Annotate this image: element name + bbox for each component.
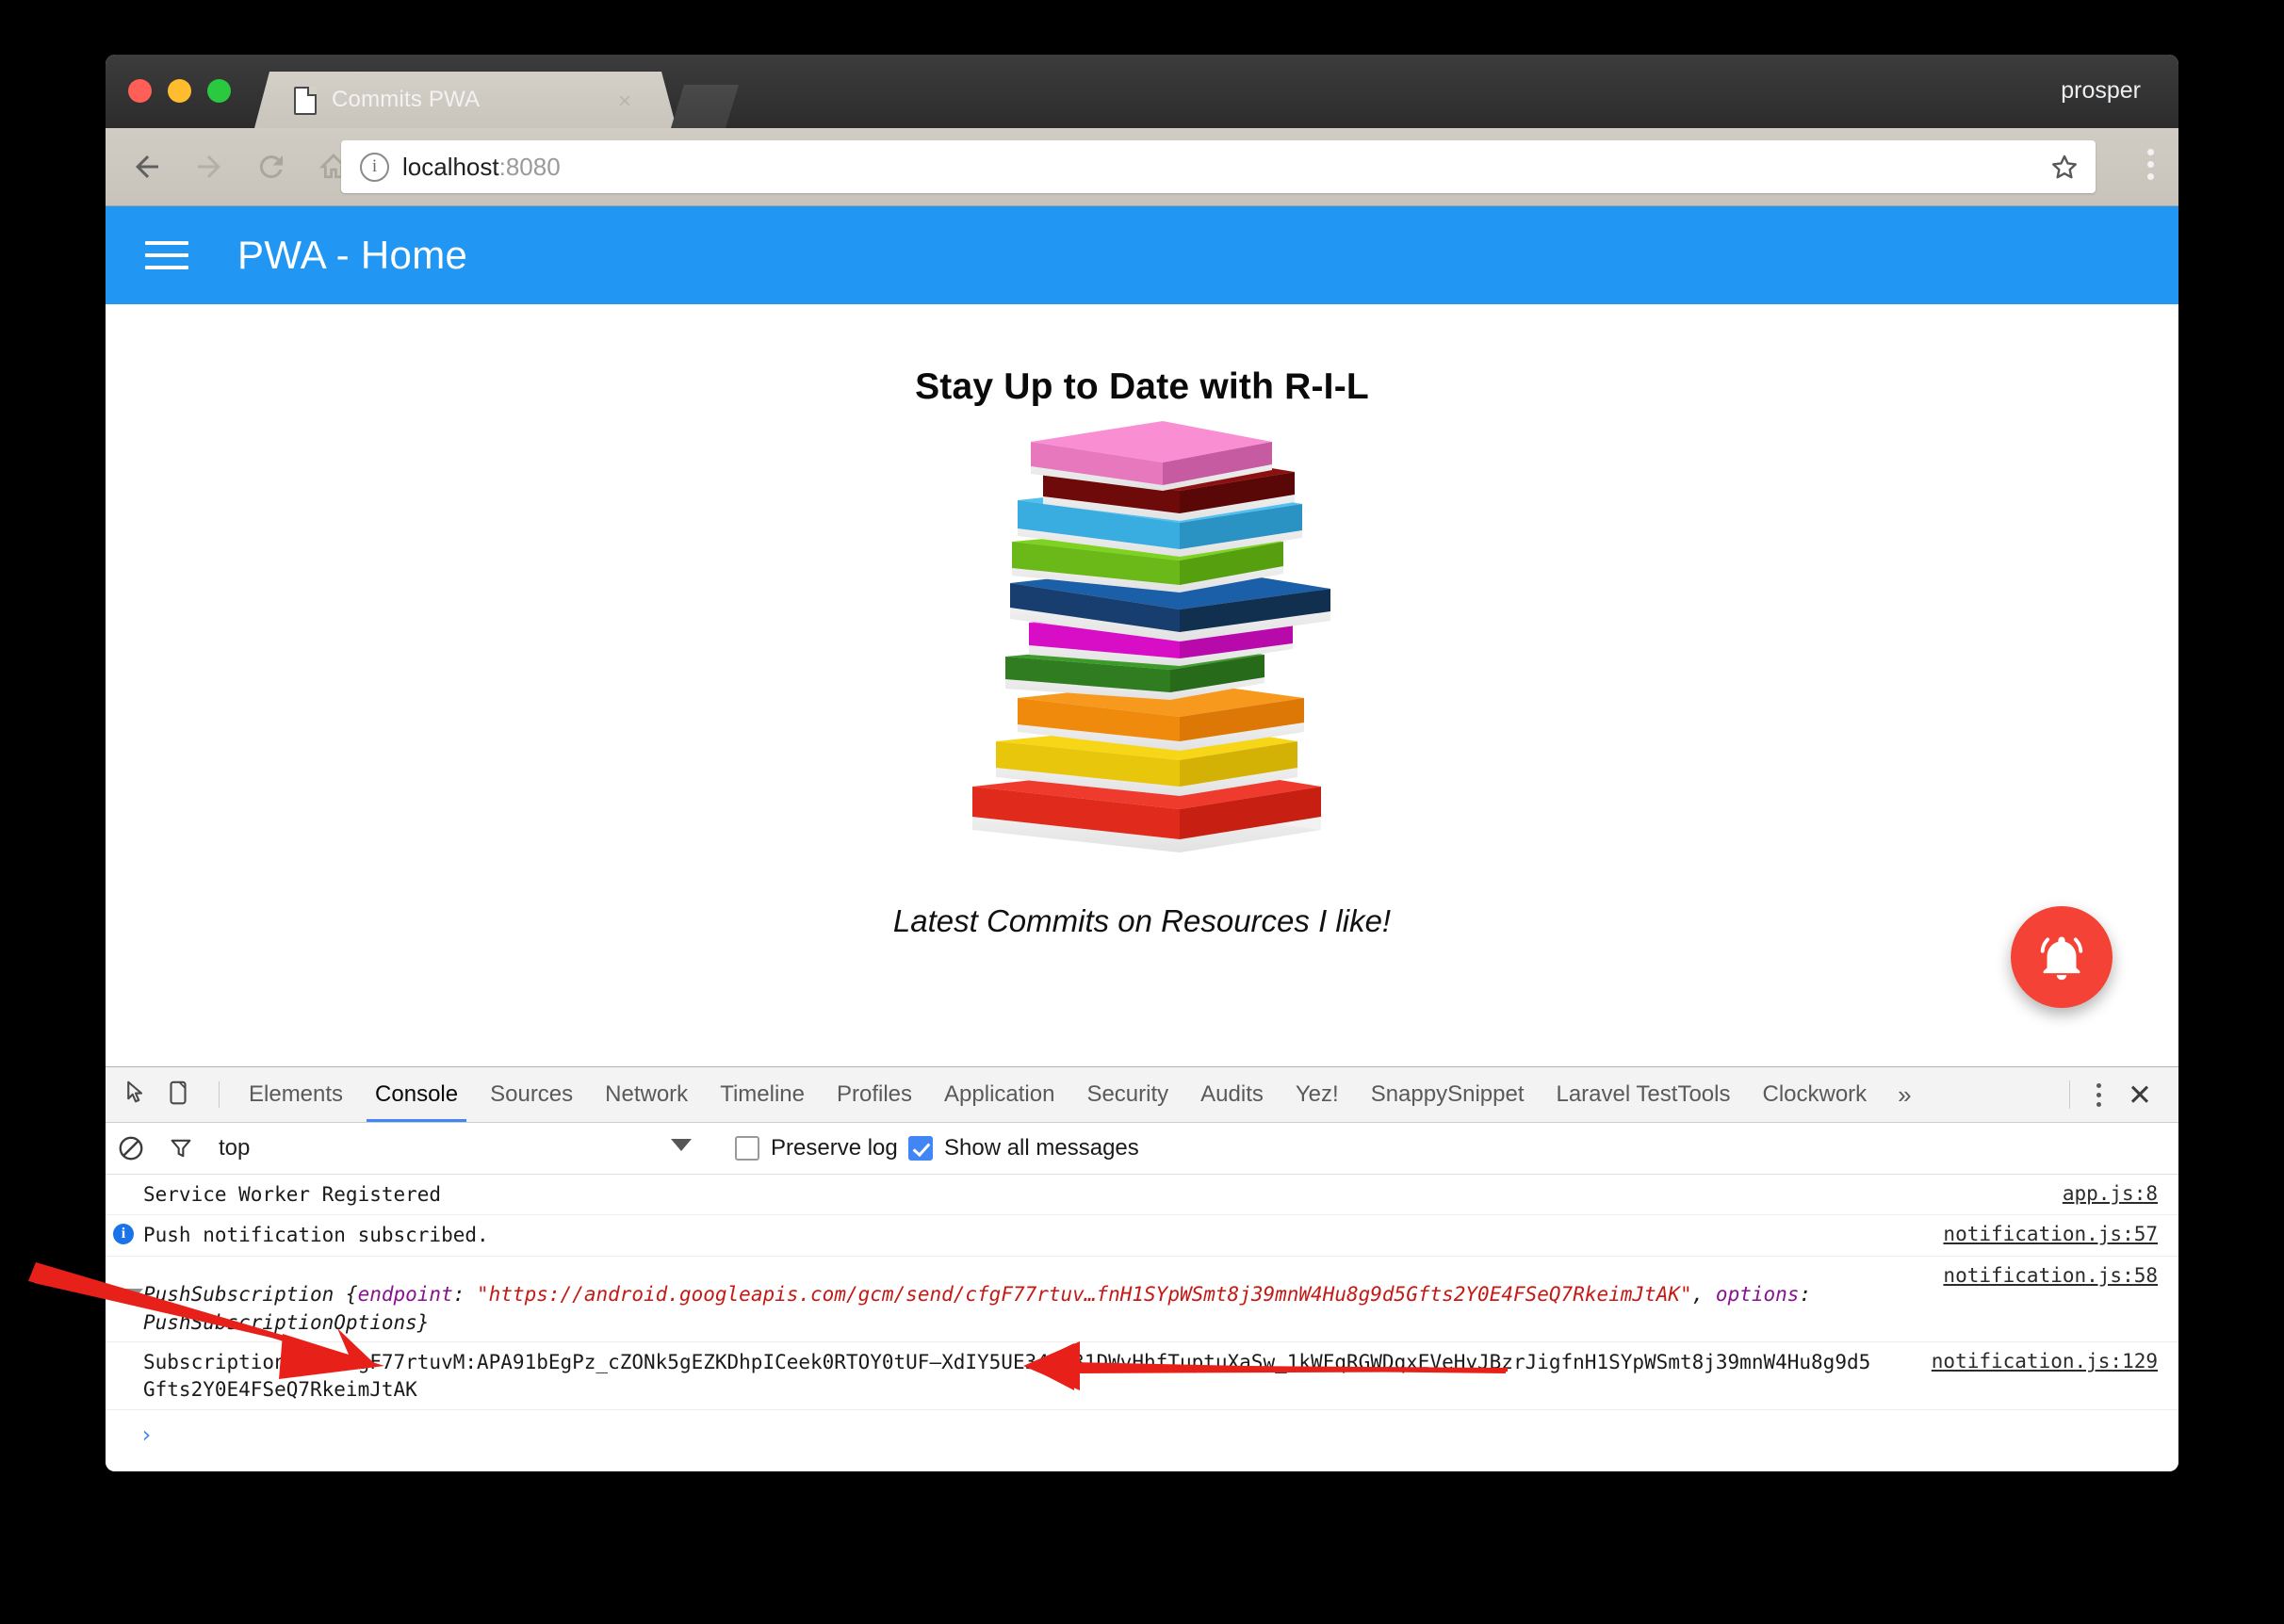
tab-audits[interactable]: Audits xyxy=(1184,1067,1280,1122)
toolbar-divider xyxy=(219,1081,220,1108)
browser-window: Commits PWA × prosper i localhost:8080 P… xyxy=(106,55,2178,1471)
toolbar-divider xyxy=(2069,1080,2071,1109)
prompt-chevron-icon: › xyxy=(139,1421,154,1449)
device-toolbar-icon[interactable] xyxy=(164,1079,192,1112)
console-row[interactable]: Service Worker Registered app.js:8 xyxy=(106,1175,2178,1216)
document-icon xyxy=(294,87,317,115)
object-key-endpoint: endpoint xyxy=(357,1282,453,1306)
close-icon[interactable]: ✕ xyxy=(2116,1075,2163,1115)
app-header-bar: PWA - Home xyxy=(106,206,2178,304)
inspect-element-icon[interactable] xyxy=(122,1079,151,1112)
object-prefix: PushSubscription { xyxy=(143,1282,358,1306)
console-row[interactable]: Subscription ID cfgF77rtuvM:APA91bEgPz_c… xyxy=(106,1342,2178,1411)
address-bar[interactable]: i localhost:8080 xyxy=(341,140,2096,193)
screenshot-root: Commits PWA × prosper i localhost:8080 P… xyxy=(0,0,2284,1624)
console-source-link[interactable]: notification.js:129 xyxy=(1932,1350,2158,1372)
reload-icon[interactable] xyxy=(243,138,300,195)
stack-of-books-image xyxy=(972,421,1330,853)
console-context-selector[interactable]: top xyxy=(219,1135,250,1161)
console-source-link[interactable]: notification.js:57 xyxy=(1943,1223,2158,1245)
close-icon[interactable]: × xyxy=(618,89,631,115)
filter-funnel-icon[interactable] xyxy=(156,1135,205,1161)
address-bar-url: localhost:8080 xyxy=(402,153,561,182)
expand-triangle-icon[interactable] xyxy=(122,1288,143,1300)
notification-bell-icon xyxy=(2040,936,2083,981)
main-heading: Stay Up to Date with R-I-L xyxy=(915,366,1369,407)
more-tabs-icon[interactable]: » xyxy=(1883,1067,1926,1122)
preserve-log-label: Preserve log xyxy=(771,1135,898,1161)
site-info-icon[interactable]: i xyxy=(360,152,389,182)
tab-laravel-testtools[interactable]: Laravel TestTools xyxy=(1540,1067,1746,1122)
maximize-window-button[interactable] xyxy=(207,79,231,103)
show-all-messages-checkbox[interactable] xyxy=(908,1136,933,1161)
tab-application[interactable]: Application xyxy=(928,1067,1070,1122)
browser-toolbar: i localhost:8080 xyxy=(106,128,2178,206)
tab-title: Commits PWA xyxy=(332,87,481,112)
object-value-endpoint: "https://android.googleapis.com/gcm/send… xyxy=(477,1282,1692,1306)
clear-console-icon[interactable] xyxy=(106,1134,156,1162)
browser-titlebar: Commits PWA × prosper xyxy=(106,55,2178,128)
show-all-messages-option[interactable]: Show all messages xyxy=(908,1135,1139,1161)
console-object-text-line2: PushSubscriptionOptions} xyxy=(143,1311,430,1335)
console-message-text: Service Worker Registered xyxy=(143,1183,442,1206)
chevron-down-icon[interactable] xyxy=(671,1139,692,1151)
tab-console[interactable]: Console xyxy=(359,1067,474,1122)
tab-sources[interactable]: Sources xyxy=(474,1067,589,1122)
tab-clockwork[interactable]: Clockwork xyxy=(1746,1067,1883,1122)
devtools-tool-icons xyxy=(106,1079,233,1112)
page-subtitle: Latest Commits on Resources I like! xyxy=(892,903,1392,938)
browser-tab[interactable]: Commits PWA × xyxy=(254,72,677,128)
tab-snappysnippet[interactable]: SnappySnippet xyxy=(1355,1067,1541,1122)
console-row[interactable]: i Push notification subscribed. notifica… xyxy=(106,1215,2178,1257)
hamburger-icon[interactable] xyxy=(145,241,192,269)
tab-timeline[interactable]: Timeline xyxy=(704,1067,821,1122)
forward-arrow-icon xyxy=(181,138,237,195)
console-source-link[interactable]: notification.js:58 xyxy=(1943,1264,2158,1287)
console-message-text: Push notification subscribed. xyxy=(143,1224,489,1247)
show-all-messages-label: Show all messages xyxy=(944,1135,1139,1161)
hero-image-container xyxy=(106,417,2178,888)
console-object-text: PushSubscription {endpoint: "https://and… xyxy=(106,1281,2178,1307)
object-comma: , xyxy=(1691,1282,1716,1306)
devtools-tabbar-right: ✕ xyxy=(2069,1067,2178,1122)
console-input-prompt[interactable]: › xyxy=(106,1410,2178,1459)
console-message-text: Subscription ID cfgF77rtuvM:APA91bEgPz_c… xyxy=(143,1351,1871,1401)
kebab-menu-icon[interactable] xyxy=(2085,1074,2113,1116)
tab-network[interactable]: Network xyxy=(589,1067,704,1122)
tab-yez[interactable]: Yez! xyxy=(1280,1067,1355,1122)
tab-profiles[interactable]: Profiles xyxy=(821,1067,928,1122)
object-key-options: options xyxy=(1715,1282,1800,1306)
devtools-tab-list: Elements Console Sources Network Timelin… xyxy=(233,1067,1927,1122)
devtools-panel: Elements Console Sources Network Timelin… xyxy=(106,1066,2178,1471)
chrome-menu-icon[interactable] xyxy=(2147,149,2154,180)
page-viewport: PWA - Home Stay Up to Date with R-I-L La… xyxy=(106,206,2178,1066)
new-tab-button[interactable] xyxy=(671,85,739,128)
url-port: :8080 xyxy=(498,152,561,181)
object-sep-1: : xyxy=(452,1282,478,1306)
window-traffic-lights xyxy=(128,79,231,103)
console-filter-bar: top Preserve log Show all messages xyxy=(106,1123,2178,1175)
preserve-log-checkbox[interactable] xyxy=(735,1136,759,1161)
minimize-window-button[interactable] xyxy=(168,79,191,103)
navigation-buttons xyxy=(119,128,362,205)
tab-security[interactable]: Security xyxy=(1070,1067,1184,1122)
preserve-log-option[interactable]: Preserve log xyxy=(735,1135,898,1161)
close-window-button[interactable] xyxy=(128,79,152,103)
profile-name-label: prosper xyxy=(2061,77,2141,104)
page-title: PWA - Home xyxy=(237,233,468,277)
bookmark-star-icon[interactable] xyxy=(2048,152,2080,188)
devtools-tabbar: Elements Console Sources Network Timelin… xyxy=(106,1067,2178,1123)
url-host: localhost xyxy=(402,152,499,181)
console-row[interactable]: PushSubscription {endpoint: "https://and… xyxy=(106,1257,2178,1343)
tab-elements[interactable]: Elements xyxy=(233,1067,359,1122)
console-message-list: Service Worker Registered app.js:8 i Pus… xyxy=(106,1175,2178,1459)
back-arrow-icon[interactable] xyxy=(119,138,175,195)
console-source-link[interactable]: app.js:8 xyxy=(2063,1182,2158,1205)
object-sep-2: : xyxy=(1799,1282,1812,1306)
notification-fab-button[interactable] xyxy=(2011,906,2113,1008)
